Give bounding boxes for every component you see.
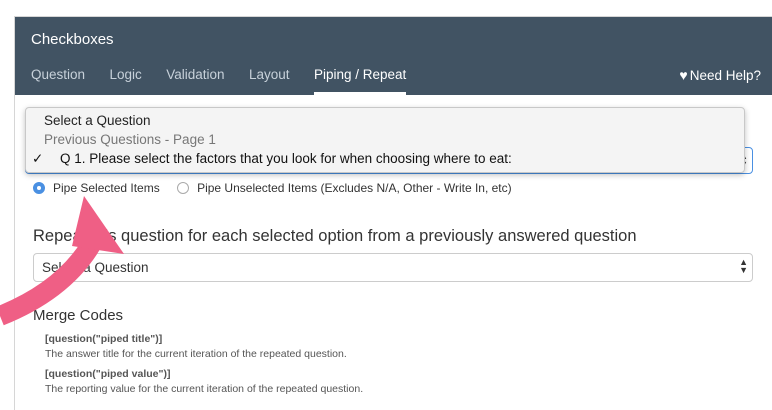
merge-code: [question("piped value")] [45,368,171,380]
repeat-select-value: Select a Question [42,260,149,275]
tab-validation[interactable]: Validation [166,65,224,95]
tab-piping-repeat[interactable]: Piping / Repeat [313,65,407,95]
dropdown-option-q1[interactable]: ✓ Q 1. Please select the factors that you… [32,151,512,167]
question-dropdown-menu: Select a Question Previous Questions - P… [25,107,745,173]
need-help-label: Need Help? [689,68,761,83]
dropdown-group-label: Previous Questions - Page 1 [44,132,216,147]
tab-layout[interactable]: Layout [249,65,290,95]
dropdown-option-label: Q 1. Please select the factors that you … [60,151,512,166]
dropdown-placeholder-option[interactable]: Select a Question [44,113,151,128]
pipe-selected-radio[interactable] [33,182,45,194]
checkmark-icon: ✓ [32,151,44,166]
merge-code-description: The reporting value for the current iter… [45,383,364,395]
merge-code-description: The answer title for the current iterati… [45,348,347,360]
heart-icon: ♥ [679,67,688,83]
pipe-options: Pipe Selected Items Pipe Unselected Item… [33,181,512,195]
merge-codes-title: Merge Codes [33,307,124,324]
merge-code: [question("piped title")] [45,333,163,345]
repeat-heading: Repeat this question for each selected o… [33,227,637,245]
editor-header: Checkboxes Question Logic Validation Lay… [15,17,772,95]
pipe-unselected-radio[interactable] [177,182,190,194]
pipe-unselected-label[interactable]: Pipe Unselected Items (Excludes N/A, Oth… [197,181,512,195]
repeat-question-select[interactable]: Select a Question ▲ ▼ [33,253,753,282]
question-editor-panel: Checkboxes Question Logic Validation Lay… [14,16,772,410]
editor-tabs: Question Logic Validation Layout Piping … [31,65,426,95]
tab-logic[interactable]: Logic [110,65,142,95]
editor-title: Checkboxes [31,31,114,48]
select-arrows-icon: ▲▼ [739,257,748,275]
need-help-link[interactable]: ♥ Need Help? [679,67,761,83]
pipe-selected-label[interactable]: Pipe Selected Items [53,181,160,195]
tab-question[interactable]: Question [31,65,85,95]
